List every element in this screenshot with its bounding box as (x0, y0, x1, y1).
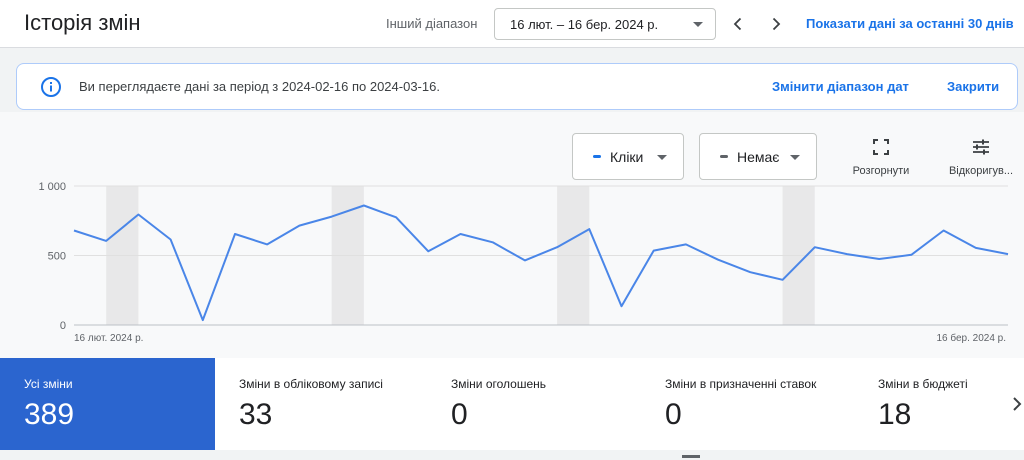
tile-value: 33 (239, 398, 273, 431)
info-icon (41, 77, 61, 97)
tile-label: Усі зміни (24, 377, 73, 391)
next-period-button[interactable] (762, 10, 790, 38)
x-axis-start-label: 16 лют. 2024 р. (74, 333, 143, 344)
y-axis-tick-label: 0 (60, 320, 66, 332)
close-banner-link[interactable]: Закрити (947, 79, 999, 94)
tile-value: 0 (451, 398, 468, 431)
page-title: Історія змін (24, 10, 141, 35)
page-header: Історія змін Інший діапазон 16 лют. – 16… (0, 0, 1024, 48)
date-range-banner: Ви переглядаєте дані за період з 2024-02… (16, 63, 1018, 110)
y-axis-tick-label: 1 000 (38, 181, 66, 193)
chevron-left-icon (733, 17, 742, 31)
dropdown-arrow-icon (693, 22, 703, 27)
chevron-right-icon (772, 17, 781, 31)
tile-label: Зміни в обліковому записі (239, 377, 383, 391)
tile-value: 389 (24, 398, 75, 431)
series-line-clicks (73, 204, 1009, 322)
tile-label: Зміни оголошень (451, 377, 547, 391)
y-axis-tick-label: 500 (48, 251, 66, 263)
tile-all-changes[interactable]: Усі зміни 389 (0, 358, 215, 450)
show-last-30-days-link[interactable]: Показати дані за останні 30 днів (806, 16, 1014, 31)
tile-budget-changes[interactable]: Зміни в бюджеті 18 (854, 358, 1004, 450)
tile-value: 0 (665, 398, 682, 431)
x-axis-end-label: 16 бер. 2024 р. (936, 332, 1006, 344)
tile-label: Зміни в бюджеті (878, 377, 968, 391)
table-toolbar-edge (682, 455, 700, 458)
tile-bidding-changes[interactable]: Зміни в призначенні ставок 0 (641, 358, 854, 450)
banner-message: Ви переглядаєте дані за період з 2024-02… (79, 79, 440, 94)
bottom-strip (0, 450, 1024, 460)
tile-ad-changes[interactable]: Зміни оголошень 0 (427, 358, 641, 450)
tile-label: Зміни в призначенні ставок (665, 377, 817, 391)
tile-value: 18 (878, 398, 912, 431)
tile-account-changes[interactable]: Зміни в обліковому записі 33 (215, 358, 427, 450)
clicks-line-chart: 1 000 500 0 16 лют. 2024 р. 16 бер. 2024 р… (38, 181, 1009, 344)
tiles-next-icon[interactable] (1010, 392, 1024, 416)
date-range-value: 16 лют. – 16 бер. 2024 р. (510, 16, 659, 32)
date-range-dropdown[interactable]: 16 лют. – 16 бер. 2024 р. (494, 8, 716, 40)
previous-period-button[interactable] (724, 10, 752, 38)
change-date-range-link[interactable]: Змінити діапазон дат (772, 79, 909, 94)
summary-tiles: Усі зміни 389 Зміни в обліковому записі … (0, 358, 1024, 450)
date-range-label: Інший діапазон (386, 16, 478, 31)
